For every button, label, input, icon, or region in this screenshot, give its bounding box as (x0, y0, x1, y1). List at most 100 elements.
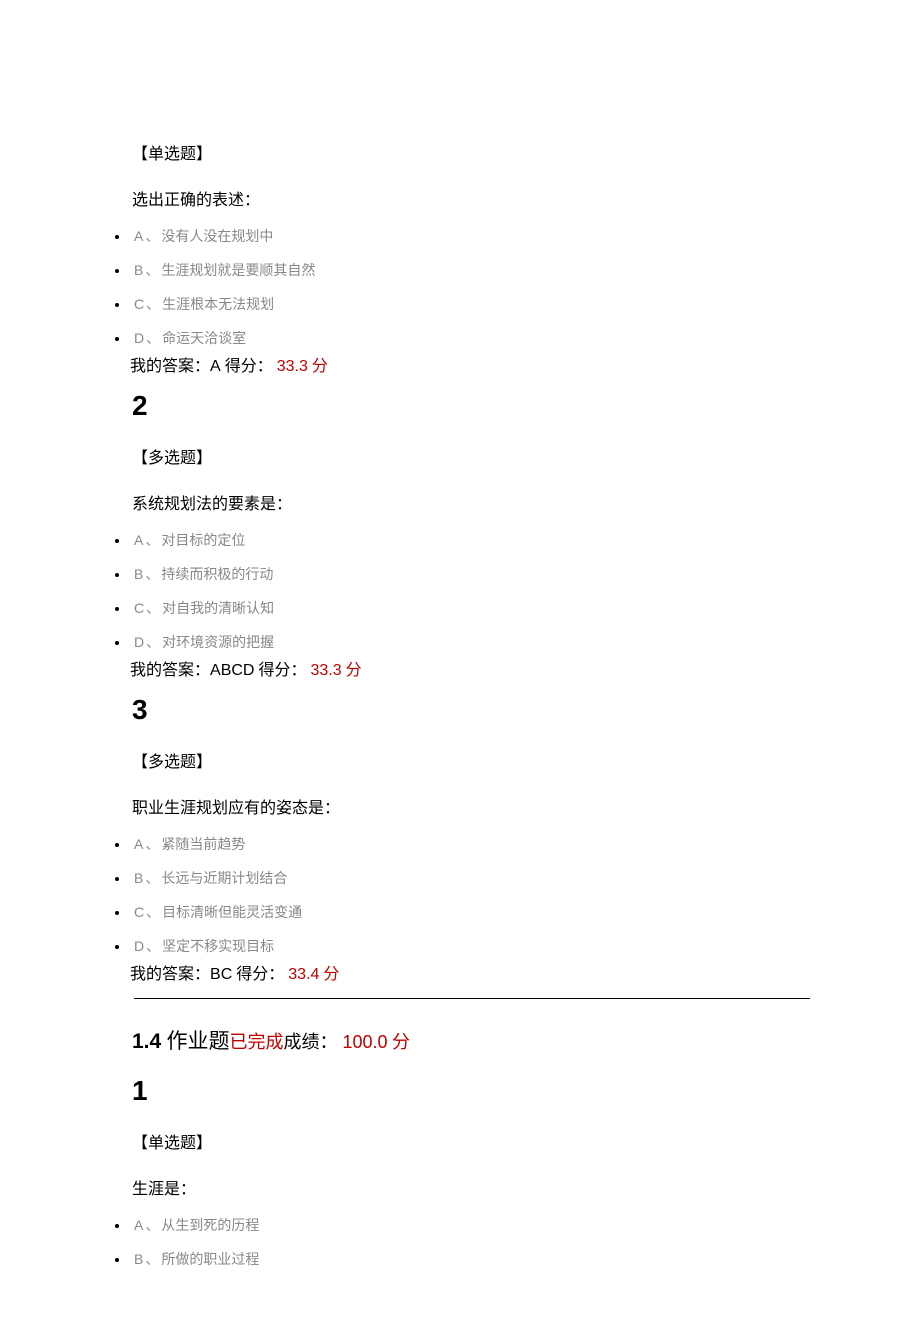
answer-line: 我的答案：BC 得分： 33.4 分 (130, 960, 810, 984)
question-number: 2 (132, 390, 810, 422)
option-letter: A (134, 836, 143, 852)
grade-value: 100.0 (342, 1032, 387, 1052)
option-a: A、对目标的定位 (130, 530, 810, 550)
option-text: 所做的职业过程 (161, 1253, 259, 1268)
my-answer-label: 我的答案： (130, 358, 210, 375)
options-list: A、紧随当前趋势 B、长远与近期计划结合 C、目标清晰但能灵活变通 D、坚定不移… (110, 834, 810, 984)
section-number: 1.4 (132, 1030, 161, 1053)
option-a: A、从生到死的历程 (130, 1215, 810, 1235)
option-text: 生涯根本无法规划 (162, 298, 274, 313)
option-a: A、没有人没在规划中 (130, 226, 810, 246)
question-type: 【多选题】 (132, 748, 810, 772)
option-separator: 、 (145, 838, 159, 853)
options-list: A、对目标的定位 B、持续而积极的行动 C、对自我的清晰认知 D、对环境资源的把… (110, 530, 810, 680)
section-label: 作业题 (161, 1029, 229, 1053)
option-separator: 、 (145, 230, 159, 245)
score-label: 得分： (221, 358, 273, 375)
option-c: C、目标清晰但能灵活变通 (130, 902, 810, 922)
score-label: 得分： (254, 662, 306, 679)
option-text: 生涯规划就是要顺其自然 (161, 264, 315, 279)
option-separator: 、 (146, 636, 160, 651)
option-separator: 、 (145, 1219, 159, 1234)
option-letter: B (134, 1251, 143, 1267)
option-letter: A (134, 1217, 143, 1233)
option-text: 紧随当前趋势 (161, 838, 245, 853)
option-letter: C (134, 296, 144, 312)
option-separator: 、 (146, 602, 160, 617)
option-letter: B (134, 566, 143, 582)
question-type: 【单选题】 (132, 1129, 810, 1153)
question-1: 【单选题】 选出正确的表述： A、没有人没在规划中 B、生涯规划就是要顺其自然 … (110, 140, 810, 376)
score-unit: 分 (308, 358, 328, 375)
my-answer-label: 我的答案： (130, 966, 210, 983)
score-unit: 分 (319, 966, 339, 983)
option-text: 对环境资源的把握 (162, 636, 274, 651)
my-answer-value: A (210, 358, 221, 375)
score-unit: 分 (342, 662, 362, 679)
section-header: 1.4 作业题已完成成绩： 100.0 分 (132, 1025, 810, 1055)
option-letter: D (134, 938, 144, 954)
option-b: B、持续而积极的行动 (130, 564, 810, 584)
question-prompt: 生涯是： (132, 1175, 810, 1199)
option-letter: B (134, 262, 143, 278)
option-d: D、对环境资源的把握 我的答案：ABCD 得分： 33.3 分 (130, 632, 810, 680)
question-2: 2 【多选题】 系统规划法的要素是： A、对目标的定位 B、持续而积极的行动 C… (110, 390, 810, 680)
option-c: C、对自我的清晰认知 (130, 598, 810, 618)
option-text: 目标清晰但能灵活变通 (162, 906, 302, 921)
score-label: 得分： (232, 966, 284, 983)
option-text: 从生到死的历程 (161, 1219, 259, 1234)
grade-unit: 分 (388, 1032, 411, 1052)
option-text: 命运天洽谈室 (162, 332, 246, 347)
option-b: B、生涯规划就是要顺其自然 (130, 260, 810, 280)
option-letter: B (134, 870, 143, 886)
grade-label: 成绩： (283, 1032, 337, 1052)
question-3: 3 【多选题】 职业生涯规划应有的姿态是： A、紧随当前趋势 B、长远与近期计划… (110, 694, 810, 984)
section-done: 已完成 (229, 1032, 283, 1052)
question-prompt: 系统规划法的要素是： (132, 490, 810, 514)
option-c: C、生涯根本无法规划 (130, 294, 810, 314)
options-list: A、从生到死的历程 B、所做的职业过程 (110, 1215, 810, 1269)
score-value: 33.3 (310, 662, 341, 679)
question-prompt: 选出正确的表述： (132, 186, 810, 210)
my-answer-label: 我的答案： (130, 662, 210, 679)
option-b: B、长远与近期计划结合 (130, 868, 810, 888)
option-d: D、坚定不移实现目标 我的答案：BC 得分： 33.4 分 (130, 936, 810, 984)
option-letter: A (134, 532, 143, 548)
option-b: B、所做的职业过程 (130, 1249, 810, 1269)
option-separator: 、 (145, 264, 159, 279)
option-a: A、紧随当前趋势 (130, 834, 810, 854)
option-text: 长远与近期计划结合 (161, 872, 287, 887)
my-answer-value: BC (210, 966, 232, 983)
option-separator: 、 (145, 1253, 159, 1268)
option-text: 对目标的定位 (161, 534, 245, 549)
option-separator: 、 (146, 940, 160, 955)
option-letter: D (134, 634, 144, 650)
option-separator: 、 (145, 568, 159, 583)
my-answer-value: ABCD (210, 662, 254, 679)
divider (134, 998, 810, 999)
option-separator: 、 (145, 872, 159, 887)
question-4: 1 【单选题】 生涯是： A、从生到死的历程 B、所做的职业过程 (110, 1075, 810, 1269)
answer-line: 我的答案：A 得分： 33.3 分 (130, 352, 810, 376)
option-separator: 、 (146, 906, 160, 921)
question-number: 1 (132, 1075, 810, 1107)
option-d: D、命运天洽谈室 我的答案：A 得分： 33.3 分 (130, 328, 810, 376)
question-prompt: 职业生涯规划应有的姿态是： (132, 794, 810, 818)
option-text: 坚定不移实现目标 (162, 940, 274, 955)
option-letter: A (134, 228, 143, 244)
option-letter: C (134, 600, 144, 616)
option-letter: D (134, 330, 144, 346)
question-type: 【多选题】 (132, 444, 810, 468)
question-number: 3 (132, 694, 810, 726)
option-letter: C (134, 904, 144, 920)
options-list: A、没有人没在规划中 B、生涯规划就是要顺其自然 C、生涯根本无法规划 D、命运… (110, 226, 810, 376)
option-text: 没有人没在规划中 (161, 230, 273, 245)
option-separator: 、 (146, 298, 160, 313)
option-separator: 、 (146, 332, 160, 347)
score-value: 33.4 (288, 966, 319, 983)
option-text: 持续而积极的行动 (161, 568, 273, 583)
answer-line: 我的答案：ABCD 得分： 33.3 分 (130, 656, 810, 680)
option-separator: 、 (145, 534, 159, 549)
option-text: 对自我的清晰认知 (162, 602, 274, 617)
score-value: 33.3 (277, 358, 308, 375)
